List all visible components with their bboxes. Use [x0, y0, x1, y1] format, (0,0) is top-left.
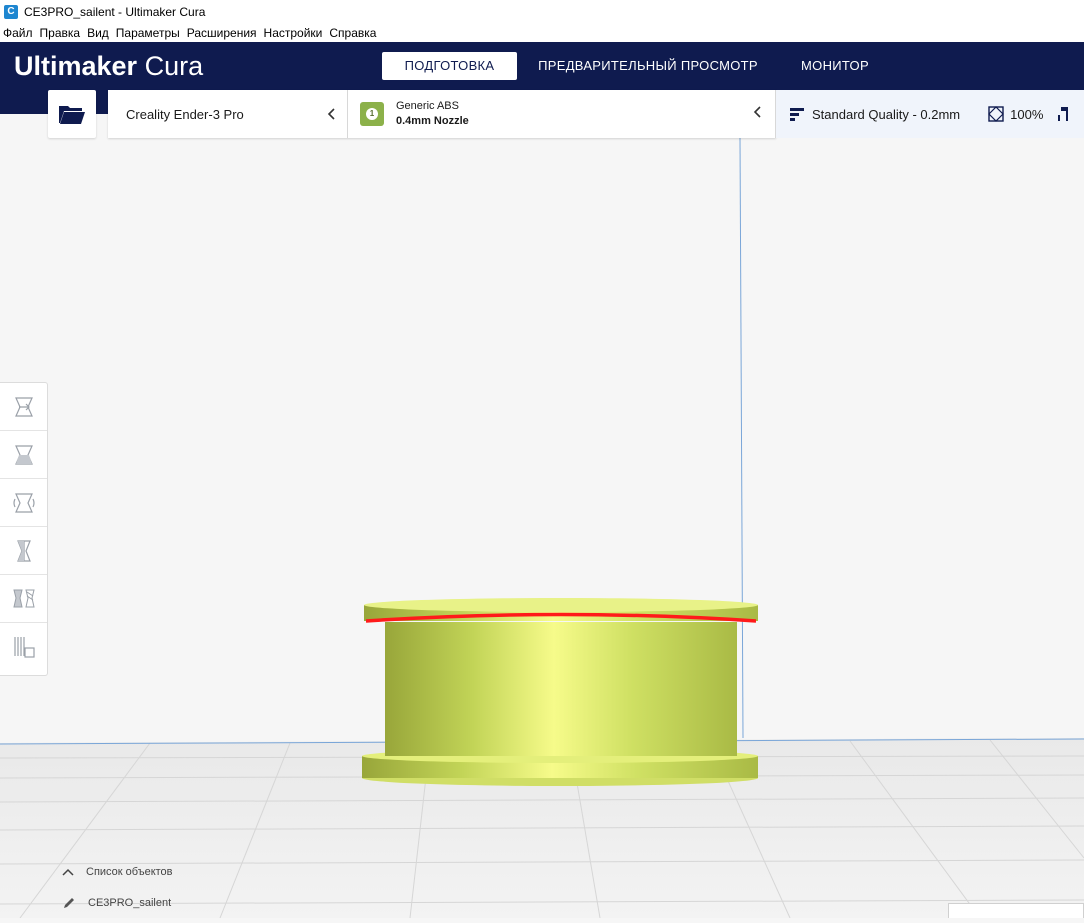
- folder-open-icon: [59, 106, 85, 124]
- pencil-icon: [64, 898, 74, 908]
- mirror-tool-icon: [16, 539, 31, 562]
- scale-tool-button[interactable]: [0, 431, 47, 479]
- support-icon: [1058, 107, 1069, 121]
- menu-file[interactable]: Файл: [0, 26, 36, 40]
- support-blocker-icon: [13, 637, 35, 658]
- menu-bar: Файл Правка Вид Параметры Расширения Нас…: [0, 23, 1084, 42]
- ultimaker-cura-logo: Ultimaker Cura: [14, 51, 204, 81]
- mirror-tool-button[interactable]: [0, 527, 47, 575]
- per-model-settings-button[interactable]: [0, 575, 47, 623]
- material-name: Generic ABS: [396, 100, 459, 112]
- machine-toolbar: Creality Ender-3 Pro 1 Generic ABS 0.4mm…: [108, 90, 776, 138]
- action-panel-edge: [948, 903, 1084, 918]
- 3d-viewport[interactable]: [0, 137, 1084, 919]
- object-list-toggle[interactable]: Список объектов: [62, 866, 173, 878]
- material-selector[interactable]: 1 Generic ABS 0.4mm Nozzle: [348, 90, 776, 138]
- menu-extensions[interactable]: Расширения: [184, 26, 260, 40]
- open-file-button[interactable]: [48, 90, 96, 138]
- menu-help[interactable]: Справка: [326, 26, 379, 40]
- build-plate-scene: [0, 137, 1084, 919]
- printer-name: Creality Ender-3 Pro: [126, 106, 244, 122]
- quality-label: Standard Quality - 0.2mm: [812, 106, 961, 122]
- printer-selector[interactable]: Creality Ender-3 Pro: [108, 90, 348, 138]
- app-header: Ultimaker Cura ПОДГОТОВКА ПРЕДВАРИТЕЛЬНЫ…: [0, 42, 1084, 90]
- object-list-label: Список объектов: [86, 866, 173, 878]
- chevron-left-icon: [327, 108, 335, 120]
- tool-panel: [0, 382, 48, 676]
- stage-tabs: ПОДГОТОВКА ПРЕДВАРИТЕЛЬНЫЙ ПРОСМОТР МОНИ…: [382, 52, 891, 80]
- tab-preview[interactable]: ПРЕДВАРИТЕЛЬНЫЙ ПРОСМОТР: [517, 52, 779, 80]
- nozzle-size: 0.4mm Nozzle: [396, 115, 469, 127]
- infill-value: 100%: [1010, 106, 1044, 122]
- object-name-row[interactable]: CE3PRO_sailent: [62, 896, 171, 910]
- window-title-bar: C CE3PRO_sailent - Ultimaker Cura: [0, 0, 1084, 23]
- support-blocker-button[interactable]: [0, 623, 47, 671]
- tab-monitor[interactable]: МОНИТОР: [779, 52, 891, 80]
- menu-preferences[interactable]: Настройки: [261, 26, 326, 40]
- chevron-left-icon: [753, 106, 761, 118]
- quality-profile-icon: [790, 108, 804, 121]
- menu-edit[interactable]: Правка: [37, 26, 84, 40]
- scale-tool-icon: [14, 444, 33, 465]
- menu-parameters[interactable]: Параметры: [113, 26, 183, 40]
- rotate-tool-icon: [12, 492, 35, 513]
- material-info: Generic ABS 0.4mm Nozzle: [396, 99, 469, 129]
- print-settings-selector[interactable]: Standard Quality - 0.2mm 100%: [776, 90, 1084, 138]
- rotate-tool-button[interactable]: [0, 479, 47, 527]
- cura-app-icon: C: [4, 4, 18, 19]
- chevron-up-icon: [62, 868, 74, 876]
- window-title: CE3PRO_sailent - Ultimaker Cura: [24, 4, 206, 19]
- tab-prepare[interactable]: ПОДГОТОВКА: [382, 52, 517, 80]
- infill-icon: [988, 106, 1004, 122]
- move-tool-icon: [14, 396, 33, 417]
- menu-view[interactable]: Вид: [84, 26, 112, 40]
- object-name: CE3PRO_sailent: [88, 897, 172, 909]
- move-tool-button[interactable]: [0, 383, 47, 431]
- extruder-badge-icon: 1: [360, 102, 384, 126]
- per-model-settings-icon: [12, 589, 35, 607]
